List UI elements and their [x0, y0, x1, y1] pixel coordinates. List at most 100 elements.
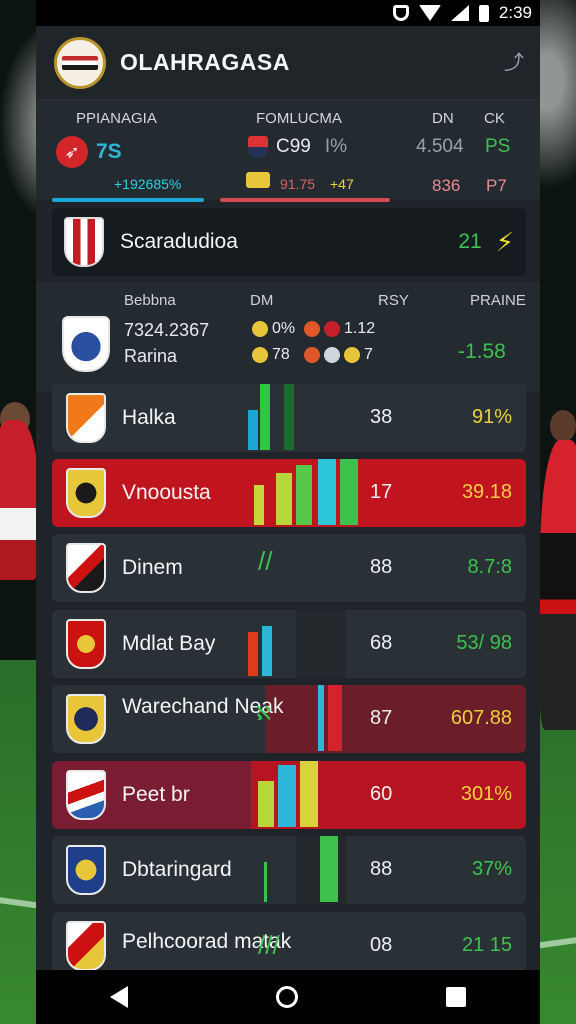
team-number: 87	[370, 707, 393, 729]
signal-icon	[450, 5, 469, 21]
club-crest-icon	[66, 770, 106, 820]
summary2-value: 78	[252, 346, 290, 364]
summary2-name: Rarina	[124, 346, 178, 366]
summary-value: 4.504	[416, 136, 464, 157]
summary-header: PPIANAGIA	[76, 110, 157, 127]
sparkline-chart: ///	[248, 912, 368, 970]
club-crest-icon	[66, 845, 106, 895]
summary2-header: DM	[250, 292, 274, 309]
team-row[interactable]: Mdlat Bay 68 53/ 98	[52, 610, 526, 678]
home-icon[interactable]	[276, 986, 298, 1008]
summary-cell: 4.504	[416, 136, 464, 158]
chart-bar	[264, 862, 267, 902]
ball-icon	[324, 346, 340, 363]
chart-bar	[278, 765, 296, 827]
team-number: 68	[370, 632, 393, 654]
team-row[interactable]: Dinem // 88 8.7:8	[52, 534, 526, 602]
chart-bar	[262, 626, 272, 676]
trend-icon: ///	[258, 930, 280, 960]
team-row[interactable]: Vnoousta 17 39.18	[52, 459, 526, 527]
progress-bar	[220, 198, 390, 202]
summary2-value-text: 7	[364, 346, 373, 363]
team-row[interactable]: Dbtaringard 88 37%	[52, 836, 526, 904]
featured-value: 21	[458, 230, 482, 253]
recent-apps-icon[interactable]	[446, 987, 466, 1007]
share-icon[interactable]: ⤴	[504, 53, 524, 73]
club-crest-icon	[66, 694, 106, 744]
team-name: Mdlat Bay	[122, 632, 216, 655]
chart-bar	[300, 761, 318, 827]
chart-bar	[328, 685, 342, 751]
club-crest-icon	[66, 619, 106, 669]
team-number: 38	[370, 406, 393, 428]
status-time: 2:39	[498, 3, 532, 22]
chart-bar	[276, 473, 292, 525]
app-logo[interactable]	[54, 36, 106, 89]
team-number: 08	[370, 934, 393, 956]
summary2-value-text: 0%	[272, 320, 296, 337]
club-crest-icon	[64, 217, 104, 267]
match-summary: Bebbna DM RSY PRAINE 7324.2367 0% 1.12 R…	[36, 282, 540, 392]
shield-icon	[248, 136, 268, 158]
team-percent: 39.18	[461, 481, 512, 503]
summary-value: I%	[324, 136, 348, 157]
logo-emblem-icon	[62, 55, 98, 70]
chart-bar	[248, 632, 258, 676]
team-number: 88	[370, 556, 393, 578]
chart-bar	[340, 459, 358, 525]
team-percent: 91%	[471, 406, 512, 428]
club-crest-icon	[66, 921, 106, 970]
team-percent: 301%	[460, 783, 512, 805]
team-percent: 607.88	[450, 707, 512, 729]
team-row[interactable]: Halka 38 91%	[52, 384, 526, 452]
summary2-change: -1.58	[458, 340, 506, 363]
summary-header: CK	[484, 110, 505, 127]
summary-bar-label: +192685%	[114, 176, 182, 192]
sparkline-chart	[248, 610, 368, 678]
chart-bar	[258, 781, 274, 827]
trend-icon: //	[258, 546, 273, 576]
shield-icon	[392, 5, 409, 21]
team-badge-icon: ➶	[56, 136, 88, 168]
chart-bar	[254, 485, 264, 525]
summary-cell: C99 I%	[248, 136, 347, 158]
team-name: Vnoousta	[122, 481, 211, 504]
navigation-bar	[36, 970, 540, 1024]
team-number: 17	[370, 481, 393, 503]
team-name: Dinem	[122, 556, 183, 579]
coin-icon	[344, 346, 360, 363]
summary-row: ➶ 7S C99 I% 4.504 PS	[52, 136, 524, 168]
featured-team-name: Scaradudioa	[120, 230, 238, 253]
team-row[interactable]: Pelhcoorad matak /// 08 21 15	[52, 912, 526, 970]
sparkline-chart	[248, 459, 368, 527]
star-icon	[304, 320, 320, 337]
featured-team-card[interactable]: Scaradudioa 21 ⚡	[52, 208, 526, 276]
club-crest-icon	[66, 393, 106, 443]
summary-value: 7S	[96, 140, 122, 163]
player-figure	[0, 420, 38, 580]
status-bar: 2:39	[36, 0, 540, 26]
summary-header: DN	[432, 110, 454, 127]
team-percent: 21 15	[461, 934, 512, 956]
chart-bar	[284, 384, 294, 450]
club-crest-icon	[66, 468, 106, 518]
app-panel: OLAHRAGASA ⤴ PPIANAGIA FOMLUCMA DN CK ➶ …	[36, 26, 540, 970]
summary2-header: Bebbna	[124, 292, 176, 309]
progress-bar	[52, 198, 204, 202]
chart-bar	[318, 685, 324, 751]
team-row[interactable]: Warechand Neak ℵ 87 607.88	[52, 685, 526, 753]
battery-icon	[478, 4, 489, 22]
lightning-icon: ⚡	[495, 226, 514, 257]
team-name: Halka	[122, 406, 176, 429]
chart-bar	[296, 465, 312, 525]
summary-bar-label: 91.75	[280, 176, 316, 192]
sparkline-chart	[248, 384, 368, 452]
app-header: OLAHRAGASA ⤴	[36, 26, 540, 100]
back-icon[interactable]	[110, 986, 128, 1008]
summary-bars: +192685% 91.75 +47 836 P7	[52, 172, 524, 202]
trend-icon: ℵ	[256, 703, 271, 725]
summary2-value: 7	[304, 346, 373, 364]
team-row[interactable]: Peet br 60 301%	[52, 761, 526, 829]
sparkline-chart: //	[248, 534, 368, 602]
chart-bar	[260, 384, 270, 450]
